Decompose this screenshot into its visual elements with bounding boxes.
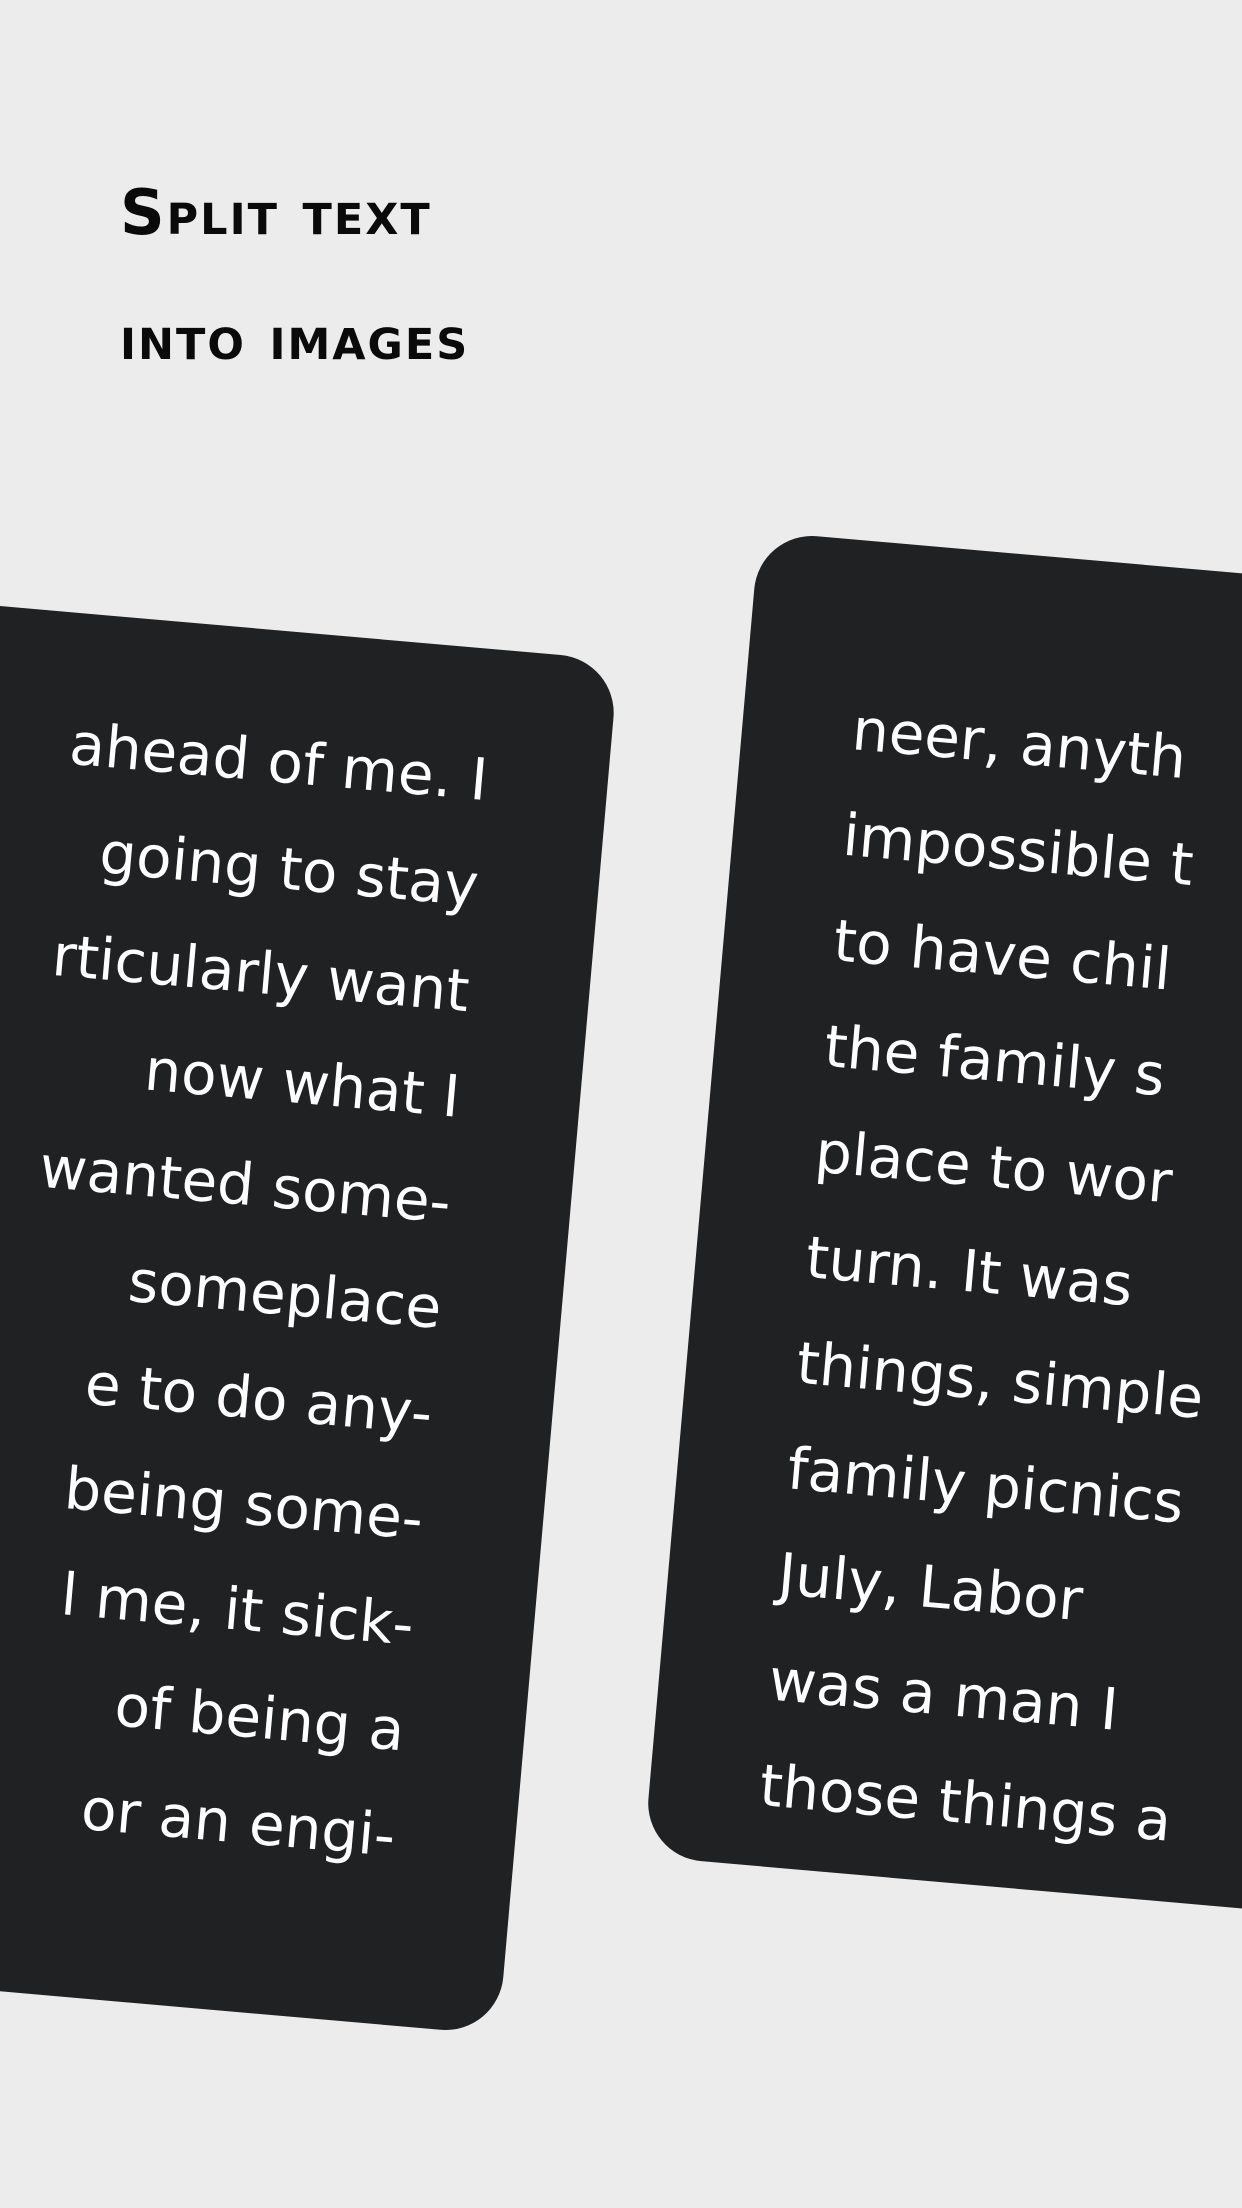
card-left-text: ahead of me. I going to stay rticularly … — [0, 691, 492, 1889]
card-right-text: neer, anyth impossible t to have chil th… — [755, 676, 1242, 1874]
text-image-card-left: ahead of me. I going to stay rticularly … — [0, 585, 619, 2035]
headline: Split text into images — [120, 150, 469, 400]
headline-line-1: Split text — [120, 176, 432, 249]
text-image-card-right: neer, anyth impossible t to have chil th… — [643, 531, 1242, 1919]
headline-line-2: into images — [120, 301, 470, 374]
